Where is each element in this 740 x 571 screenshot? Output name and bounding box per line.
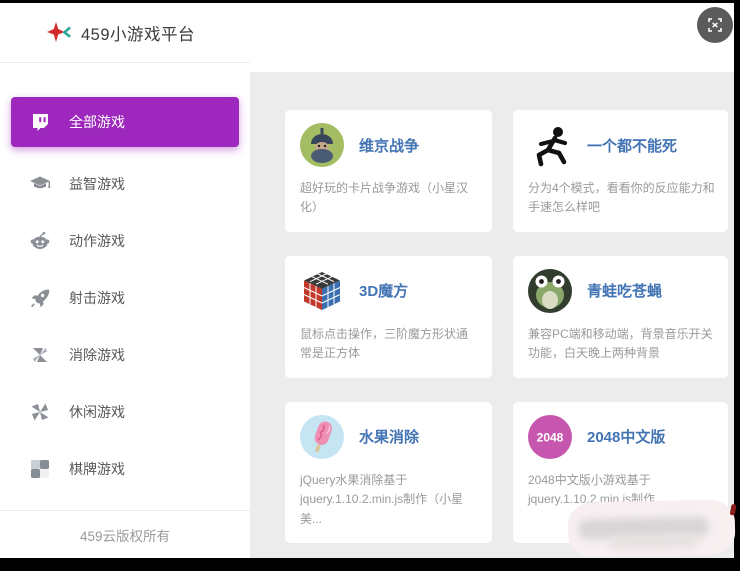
sidebar-item-label: 全部游戏 — [69, 114, 125, 130]
game-description: 兼容PC端和移动端，背景音乐开关功能，白天晚上两种背景 — [528, 326, 713, 361]
rocket-icon — [29, 287, 51, 309]
sidebar-item-action-games[interactable]: 动作游戏 — [0, 212, 250, 269]
game-card-frog[interactable]: 青蛙吃苍蝇 兼容PC端和移动端，背景音乐开关功能，白天晚上两种背景 — [513, 255, 728, 378]
game-list-panel: 维京战争 超好玩的卡片战争游戏（小星汉化） 一个都不能死 分为4个模式，看看你的… — [250, 72, 734, 558]
game-description: jQuery水果消除基于jquery.1.10.2.min.js制作（小星美..… — [300, 472, 464, 526]
viking-avatar-icon — [300, 123, 344, 167]
game-description: 分为4个模式，看看你的反应能力和手速怎么样吧 — [528, 181, 715, 215]
rubiks-cube-icon — [303, 271, 341, 310]
game-card-fruit-crush[interactable]: 水果消除 jQuery水果消除基于jquery.1.10.2.min.js制作（… — [285, 401, 492, 544]
game-title-link[interactable]: 2048中文版 — [587, 426, 665, 447]
game-card-3d-cube[interactable]: 3D魔方 鼠标点击操作，三阶魔方形状通常是正方体 — [285, 255, 492, 378]
pinwheel-icon — [29, 344, 51, 366]
sidebar-item-label: 益智游戏 — [69, 175, 125, 192]
number-2048-icon: 2048 — [528, 414, 572, 459]
screenshot-icon — [708, 18, 722, 32]
sidebar-item-label: 动作游戏 — [69, 232, 125, 249]
popsicle-icon — [300, 414, 344, 459]
running-man-icon — [536, 127, 568, 167]
category-nav: 全部游戏 益智游戏 动作游戏 射击游戏 消除游戏 休闲游戏 棋牌游戏 — [0, 63, 250, 497]
copyright-footer: 459云版权所有 — [0, 510, 250, 558]
sidebar-item-label: 射击游戏 — [69, 289, 125, 306]
sidebar-item-puzzle-games[interactable]: 益智游戏 — [0, 155, 250, 212]
game-description: 超好玩的卡片战争游戏（小星汉化） — [300, 181, 469, 215]
svg-text:2048: 2048 — [537, 430, 564, 444]
redaction-smear — [567, 499, 737, 558]
sidebar-item-elimination-games[interactable]: 消除游戏 — [0, 326, 250, 383]
graduation-cap-icon — [29, 173, 51, 195]
sidebar-item-label: 消除游戏 — [69, 346, 125, 363]
page-title: 459小游戏平台 — [81, 25, 196, 44]
game-card-none-can-die[interactable]: 一个都不能死 分为4个模式，看看你的反应能力和手速怎么样吧 — [513, 110, 728, 232]
sidebar-item-casual-games[interactable]: 休闲游戏 — [0, 383, 250, 440]
sidebar-item-board-games[interactable]: 棋牌游戏 — [0, 440, 250, 497]
sidebar-item-all-games[interactable]: 全部游戏 — [11, 97, 239, 147]
frog-icon — [528, 268, 572, 313]
game-grid: 维京战争 超好玩的卡片战争游戏（小星汉化） 一个都不能死 分为4个模式，看看你的… — [250, 72, 734, 558]
game-title-link[interactable]: 维京战争 — [359, 135, 419, 156]
game-description: 鼠标点击操作，三阶魔方形状通常是正方体 — [300, 326, 469, 361]
brand: 459小游戏平台 — [0, 3, 250, 63]
sidebar: 459小游戏平台 全部游戏 益智游戏 动作游戏 射击游戏 消除游戏 休闲游戏 棋… — [0, 3, 250, 558]
game-title-link[interactable]: 一个都不能死 — [587, 135, 677, 156]
game-title-link[interactable]: 青蛙吃苍蝇 — [587, 280, 662, 301]
app-window: 459小游戏平台 全部游戏 益智游戏 动作游戏 射击游戏 消除游戏 休闲游戏 棋… — [0, 3, 734, 558]
sidebar-item-shooting-games[interactable]: 射击游戏 — [0, 269, 250, 326]
twitch-icon — [29, 111, 51, 133]
game-card-viking-war[interactable]: 维京战争 超好玩的卡片战争游戏（小星汉化） — [285, 110, 492, 232]
shuriken-icon — [29, 401, 51, 423]
game-title-link[interactable]: 水果消除 — [359, 426, 419, 447]
game-title-link[interactable]: 3D魔方 — [359, 280, 408, 301]
sidebar-item-label: 休闲游戏 — [69, 403, 125, 420]
redaction-smudge — [608, 534, 699, 550]
sidebar-item-label: 棋牌游戏 — [69, 460, 125, 477]
checkerboard-icon — [29, 458, 51, 480]
screenshot-button[interactable] — [697, 7, 733, 43]
star-plane-logo-icon — [47, 21, 71, 42]
redaction-red-mark — [729, 503, 737, 516]
reddit-icon — [29, 230, 51, 252]
